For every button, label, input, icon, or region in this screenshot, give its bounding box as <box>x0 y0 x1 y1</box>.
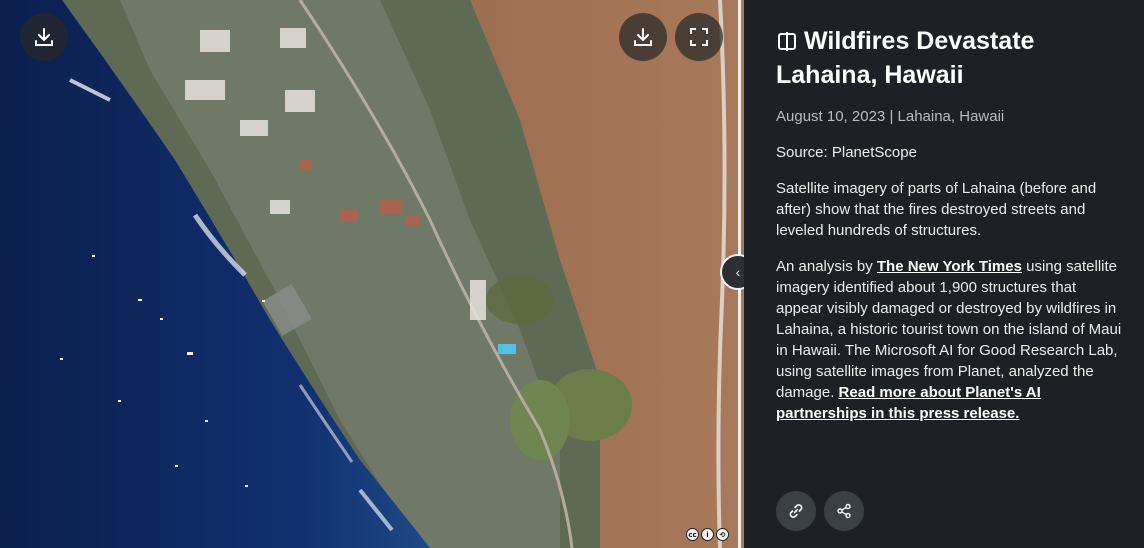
story-title-text: Wildfires Devastate Lahaina, Hawaii <box>776 27 1035 89</box>
paragraph-2-body: using satellite imagery identified about… <box>776 258 1122 401</box>
story-paragraph-1: Satellite imagery of parts of Lahaina (b… <box>776 180 1097 239</box>
story-meta: August 10, 2023 | Lahaina, Hawaii <box>776 106 1124 128</box>
story-panel: Wildfires Devastate Lahaina, Hawaii Augu… <box>744 0 1144 548</box>
meta-separator: | <box>889 108 894 125</box>
story-title: Wildfires Devastate Lahaina, Hawaii <box>776 24 1124 92</box>
story-paragraph-2: An analysis by The New York Times using … <box>776 256 1124 424</box>
license-badges: cc i ⟲ <box>686 528 729 541</box>
story-viewer: ‹ cc i ⟲ Wildfires Devastate Lahaina, Ha… <box>0 0 1144 548</box>
story-location: Lahaina, Hawaii <box>897 108 1005 125</box>
link-icon <box>789 504 803 518</box>
chevron-left-icon: ‹ <box>735 264 741 280</box>
nyt-link[interactable]: The New York Times <box>877 258 1022 275</box>
download-icon <box>35 28 53 46</box>
by-icon: i <box>701 528 714 541</box>
fullscreen-icon <box>690 28 708 46</box>
copy-link-button[interactable] <box>776 491 816 531</box>
fullscreen-button[interactable] <box>675 13 723 61</box>
paragraph-2-intro: An analysis by <box>776 258 877 275</box>
satellite-compare-view[interactable]: ‹ cc i ⟲ <box>0 0 744 548</box>
story-date: August 10, 2023 <box>776 108 886 125</box>
satellite-image <box>0 0 744 548</box>
story-source: Source: PlanetScope <box>776 144 917 161</box>
download-before-button[interactable] <box>20 13 68 61</box>
share-actions <box>776 491 864 531</box>
cc-icon: cc <box>686 528 699 541</box>
download-after-button[interactable] <box>619 13 667 61</box>
download-icon <box>634 28 652 46</box>
share-icon <box>837 503 851 519</box>
sa-icon: ⟲ <box>716 528 729 541</box>
share-button[interactable] <box>824 491 864 531</box>
compare-icon <box>778 32 796 51</box>
